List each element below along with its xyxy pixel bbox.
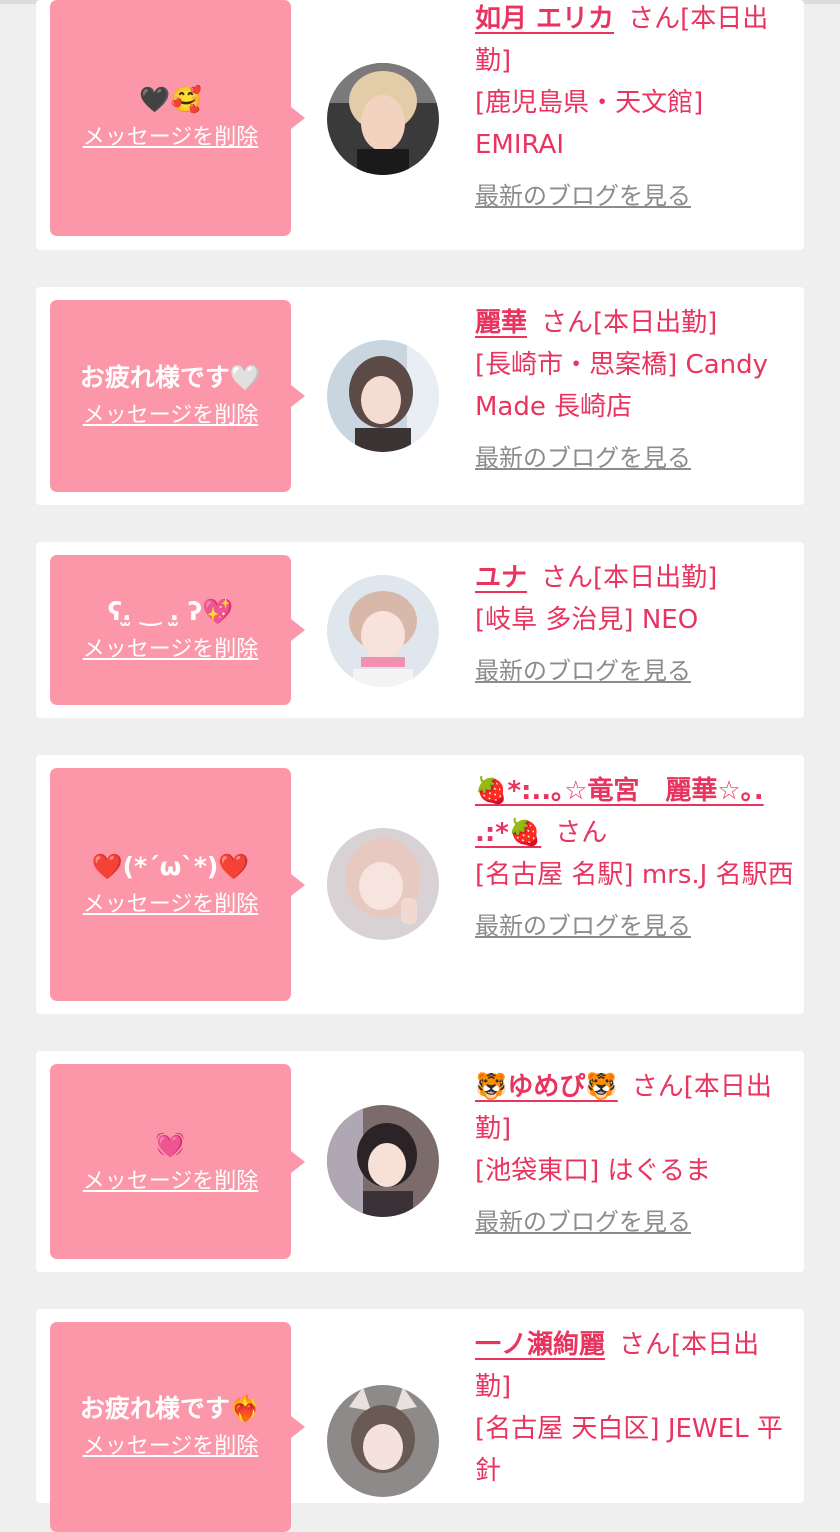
shop-info: [鹿児島県・天文館] EMIRAI bbox=[475, 88, 704, 160]
shop-info: [池袋東口] はぐるま bbox=[475, 1156, 712, 1186]
message-card: 💓 メッセージを削除 🐯ゆめぴ🐯 さん[本日出勤] [池袋東口] はぐるま 最新の… bbox=[36, 1051, 804, 1272]
message-bubble: 🖤🥰 メッセージを削除 bbox=[50, 0, 305, 236]
message-text: お疲れ様です🤍 bbox=[79, 363, 262, 392]
avatar[interactable] bbox=[327, 575, 439, 687]
attendance-status: さん[本日出勤] bbox=[541, 308, 718, 338]
delete-message-link[interactable]: メッセージを削除 bbox=[83, 123, 259, 153]
delete-message-link[interactable]: メッセージを削除 bbox=[83, 635, 259, 665]
avatar[interactable] bbox=[327, 63, 439, 175]
delete-message-link[interactable]: メッセージを削除 bbox=[83, 401, 259, 431]
latest-blog-link[interactable]: 最新のブログを見る bbox=[475, 180, 795, 212]
message-text: 🖤🥰 bbox=[139, 85, 202, 114]
avatar[interactable] bbox=[327, 1105, 439, 1217]
message-text: お疲れ様です❤️‍🔥 bbox=[79, 1394, 262, 1423]
message-bubble: お疲れ様です❤️‍🔥 メッセージを削除 bbox=[50, 1322, 305, 1532]
sender-info: 🐯ゆめぴ🐯 さん[本日出勤] [池袋東口] はぐるま 最新のブログを見る bbox=[475, 1066, 795, 1238]
shop-info: [岐阜 多治見] NEO bbox=[475, 605, 699, 635]
message-card: 🖤🥰 メッセージを削除 如月 エリカ さん[本日出勤] [鹿児島県・天文館] EM… bbox=[36, 0, 804, 250]
attendance-status: さん bbox=[555, 818, 608, 848]
sender-name-link[interactable]: 一ノ瀬絢麗 bbox=[475, 1330, 605, 1360]
message-text: ʕ.̫ ‿ .̫ ʔ💖 bbox=[107, 597, 234, 626]
message-text: 💓 bbox=[154, 1128, 187, 1158]
message-bubble: ʕ.̫ ‿ .̫ ʔ💖 メッセージを削除 bbox=[50, 555, 305, 705]
sender-info: 麗華 さん[本日出勤] [長崎市・思案橋] Candy Made 長崎店 最新のブ… bbox=[475, 302, 795, 474]
latest-blog-link[interactable]: 最新のブログを見る bbox=[475, 442, 795, 474]
message-card: お疲れ様です❤️‍🔥 メッセージを削除 一ノ瀬絢麗 さん[本日出勤] [名古屋 天… bbox=[36, 1309, 804, 1532]
avatar[interactable] bbox=[327, 1385, 439, 1497]
message-card: お疲れ様です🤍 メッセージを削除 麗華 さん[本日出勤] [長崎市・思案橋] Ca… bbox=[36, 287, 804, 505]
avatar-photo bbox=[327, 1105, 439, 1217]
avatar[interactable] bbox=[327, 828, 439, 940]
message-bubble: 💓 メッセージを削除 bbox=[50, 1064, 305, 1259]
sender-info: 一ノ瀬絢麗 さん[本日出勤] [名古屋 天白区] JEWEL 平針 bbox=[475, 1324, 795, 1492]
latest-blog-link[interactable]: 最新のブログを見る bbox=[475, 1206, 795, 1238]
message-text: ❤️(*´ω`*)❤️ bbox=[91, 851, 250, 881]
message-bubble: ❤️(*´ω`*)❤️ メッセージを削除 bbox=[50, 768, 305, 1001]
message-card: ❤️(*´ω`*)❤️ メッセージを削除 🍓*:..｡☆竜宮 麗華☆｡. .:*… bbox=[36, 755, 804, 1014]
sender-name-link[interactable]: ユナ bbox=[475, 563, 527, 593]
avatar-photo bbox=[327, 1385, 439, 1497]
sender-name-link[interactable]: 如月 エリカ bbox=[475, 4, 614, 34]
avatar-photo bbox=[327, 575, 439, 687]
delete-message-link[interactable]: メッセージを削除 bbox=[83, 890, 259, 920]
delete-message-link[interactable]: メッセージを削除 bbox=[83, 1167, 259, 1197]
sender-info: 如月 エリカ さん[本日出勤] [鹿児島県・天文館] EMIRAI 最新のブログを… bbox=[475, 0, 795, 212]
sender-name-link[interactable]: 麗華 bbox=[475, 308, 527, 338]
shop-info: [名古屋 天白区] JEWEL 平針 bbox=[475, 1414, 783, 1486]
latest-blog-link[interactable]: 最新のブログを見る bbox=[475, 655, 795, 687]
sender-info: ユナ さん[本日出勤] [岐阜 多治見] NEO 最新のブログを見る bbox=[475, 557, 795, 687]
message-bubble: お疲れ様です🤍 メッセージを削除 bbox=[50, 300, 305, 492]
avatar-photo bbox=[327, 340, 439, 452]
avatar-photo bbox=[327, 63, 439, 175]
delete-message-link[interactable]: メッセージを削除 bbox=[83, 1432, 259, 1462]
latest-blog-link[interactable]: 最新のブログを見る bbox=[475, 910, 795, 942]
sender-name-link[interactable]: 🍓*:..｡☆竜宮 麗華☆｡. .:*🍓 bbox=[475, 776, 764, 848]
message-card: ʕ.̫ ‿ .̫ ʔ💖 メッセージを削除 ユナ さん[本日出勤] [岐阜 多治見]… bbox=[36, 542, 804, 718]
avatar-photo bbox=[327, 828, 439, 940]
sender-name-link[interactable]: 🐯ゆめぴ🐯 bbox=[475, 1072, 618, 1102]
sender-info: 🍓*:..｡☆竜宮 麗華☆｡. .:*🍓 さん [名古屋 名駅] mrs.J 名駅… bbox=[475, 770, 795, 942]
shop-info: [長崎市・思案橋] Candy Made 長崎店 bbox=[475, 350, 769, 422]
avatar[interactable] bbox=[327, 340, 439, 452]
shop-info: [名古屋 名駅] mrs.J 名駅西 bbox=[475, 860, 794, 890]
attendance-status: さん[本日出勤] bbox=[541, 563, 718, 593]
